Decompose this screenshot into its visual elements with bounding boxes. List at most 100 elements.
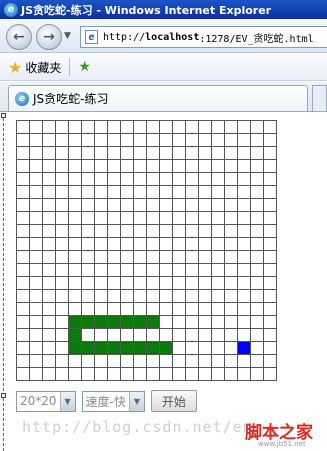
grid-cell: [108, 303, 121, 316]
grid-cell: [186, 225, 199, 238]
snake-segment: [121, 316, 134, 329]
grid-cell: [251, 225, 264, 238]
grid-cell: [56, 160, 69, 173]
grid-cell: [238, 238, 251, 251]
grid-cell: [134, 368, 147, 381]
grid-cell: [108, 355, 121, 368]
grid-cell: [108, 160, 121, 173]
add-favorite-icon[interactable]: ★: [78, 59, 91, 75]
grid-cell: [199, 199, 212, 212]
grid-cell: [251, 186, 264, 199]
snake-segment: [95, 342, 108, 355]
ie-logo-icon: e: [4, 2, 18, 17]
grid-cell: [17, 173, 30, 186]
grid-cell: [108, 186, 121, 199]
grid-cell: [56, 212, 69, 225]
grid-cell: [264, 186, 277, 199]
grid-cell: [17, 329, 30, 342]
grid-cell: [108, 134, 121, 147]
grid-cell: [121, 355, 134, 368]
grid-cell: [199, 186, 212, 199]
grid-cell: [160, 303, 173, 316]
grid-cell: [108, 121, 121, 134]
chevron-down-icon[interactable]: ▼: [128, 391, 144, 411]
grid-cell: [82, 277, 95, 290]
game-board[interactable]: [16, 120, 277, 381]
tab-title: JS贪吃蛇-练习: [33, 92, 109, 106]
address-bar[interactable]: e http://localhost:1278/EV_贪吃蛇.html: [80, 26, 327, 48]
grid-cell: [69, 134, 82, 147]
grid-cell: [264, 251, 277, 264]
grid-cell: [173, 147, 186, 160]
layout-guide-handle: [1, 393, 6, 398]
grid-cell: [225, 186, 238, 199]
chevron-down-icon[interactable]: ▼: [59, 391, 75, 411]
grid-cell: [212, 173, 225, 186]
back-arrow-icon[interactable]: ←: [6, 24, 32, 50]
grid-cell: [43, 121, 56, 134]
favorites-label[interactable]: 收藏夹: [25, 59, 61, 76]
grid-cell: [108, 238, 121, 251]
grid-cell: [225, 316, 238, 329]
grid-cell: [173, 277, 186, 290]
grid-cell: [69, 160, 82, 173]
grid-cell: [147, 225, 160, 238]
grid-cell: [108, 329, 121, 342]
grid-cell: [56, 199, 69, 212]
history-dropdown-icon[interactable]: ▼: [64, 31, 71, 41]
grid-cell: [82, 199, 95, 212]
grid-cell: [212, 264, 225, 277]
brand-url: www.jb51.net: [258, 440, 306, 448]
grid-cell: [69, 303, 82, 316]
grid-cell: [108, 225, 121, 238]
grid-cell: [82, 303, 95, 316]
grid-cell: [212, 225, 225, 238]
grid-cell: [30, 277, 43, 290]
grid-cell: [69, 355, 82, 368]
grid-cell: [134, 238, 147, 251]
grid-cell: [108, 290, 121, 303]
grid-cell: [264, 368, 277, 381]
grid-cell: [17, 121, 30, 134]
grid-cell: [238, 186, 251, 199]
grid-cell: [160, 329, 173, 342]
grid-cell: [147, 160, 160, 173]
grid-cell: [30, 121, 43, 134]
grid-cell: [212, 121, 225, 134]
grid-cell: [238, 199, 251, 212]
grid-size-select[interactable]: 20*20 ▼: [16, 390, 76, 412]
grid-cell: [95, 173, 108, 186]
tab-active[interactable]: e JS贪吃蛇-练习: [8, 85, 308, 111]
grid-cell: [238, 264, 251, 277]
grid-cell: [95, 355, 108, 368]
grid-cell: [82, 160, 95, 173]
grid-cell: [43, 355, 56, 368]
grid-cell: [95, 186, 108, 199]
grid-cell: [173, 199, 186, 212]
tab-row: e JS贪吃蛇-练习: [0, 82, 327, 112]
grid-cell: [56, 251, 69, 264]
grid-cell: [69, 199, 82, 212]
grid-cell: [186, 199, 199, 212]
grid-cell: [199, 225, 212, 238]
grid-cell: [225, 160, 238, 173]
grid-cell: [173, 329, 186, 342]
new-tab-button[interactable]: [312, 85, 327, 111]
speed-select[interactable]: 速度-快 ▼: [81, 390, 145, 412]
grid-cell: [134, 329, 147, 342]
grid-cell: [251, 173, 264, 186]
grid-cell: [173, 303, 186, 316]
grid-cell: [134, 264, 147, 277]
grid-cell: [251, 316, 264, 329]
grid-cell: [238, 251, 251, 264]
grid-cell: [121, 238, 134, 251]
grid-cell: [173, 355, 186, 368]
grid-cell: [160, 212, 173, 225]
grid-cell: [199, 121, 212, 134]
start-button[interactable]: 开始: [150, 390, 197, 412]
grid-cell: [160, 368, 173, 381]
grid-cell: [251, 342, 264, 355]
grid-cell: [225, 121, 238, 134]
favorites-star-icon[interactable]: ★: [8, 58, 22, 77]
forward-arrow-icon[interactable]: →: [36, 24, 62, 50]
